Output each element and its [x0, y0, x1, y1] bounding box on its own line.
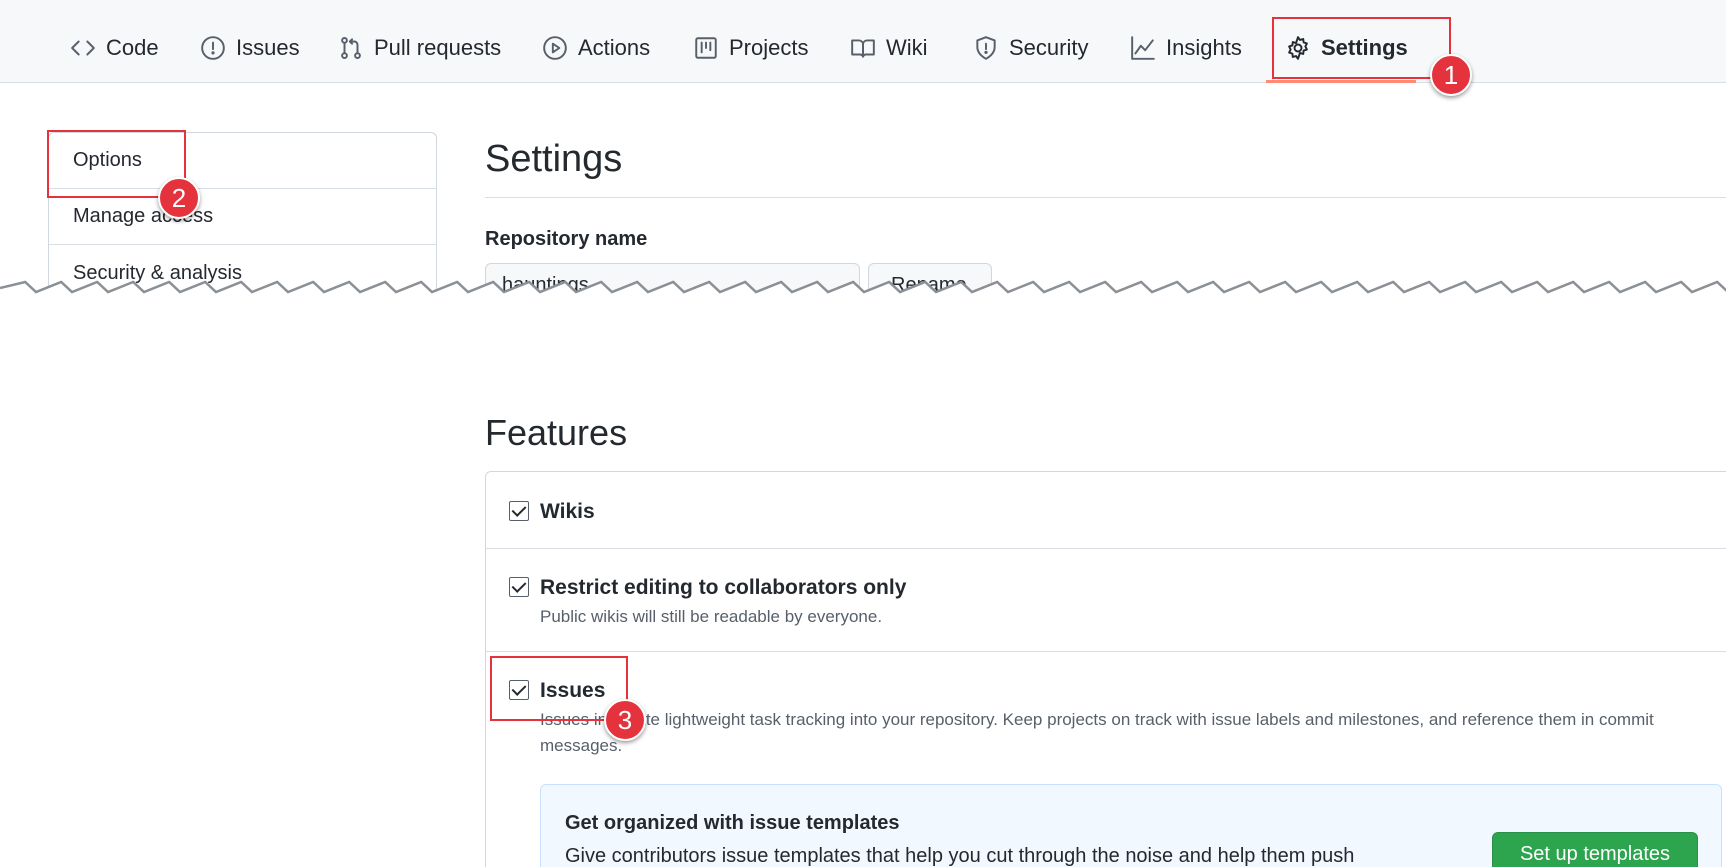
tab-label: Projects	[729, 35, 809, 60]
step-badge-1: 1	[1430, 54, 1472, 96]
tab-wiki[interactable]: Wiki	[850, 28, 928, 68]
highlight-settings-tab	[1272, 17, 1451, 79]
tab-label: Issues	[236, 35, 300, 60]
wikis-label: Wikis	[540, 500, 595, 523]
tab-label: Code	[106, 35, 159, 60]
restrict-editing-checkbox[interactable]	[509, 577, 529, 597]
tab-label: Security	[1009, 35, 1089, 60]
graph-icon	[1130, 35, 1156, 61]
shield-icon	[973, 35, 999, 61]
wikis-checkbox[interactable]	[509, 501, 529, 521]
issue-opened-icon	[200, 35, 226, 61]
restrict-editing-label: Restrict editing to collaborators only	[540, 576, 907, 599]
tab-label: Wiki	[886, 35, 928, 60]
code-icon	[70, 35, 96, 61]
play-icon	[542, 35, 568, 61]
page-title: Settings	[485, 138, 623, 180]
repository-name-label: Repository name	[485, 228, 648, 250]
issues-note-continued: messages.	[540, 736, 623, 755]
issues-note: Issues integrate lightweight task tracki…	[540, 710, 1654, 729]
tab-pull-requests[interactable]: Pull requests	[338, 28, 501, 68]
tab-projects[interactable]: Projects	[693, 28, 808, 68]
tab-insights[interactable]: Insights	[1130, 28, 1242, 68]
tab-code[interactable]: Code	[70, 28, 159, 68]
book-icon	[850, 35, 876, 61]
issue-templates-description: Give contributors issue templates that h…	[565, 845, 1355, 867]
tab-label: Insights	[1166, 35, 1242, 60]
tab-issues[interactable]: Issues	[200, 28, 300, 68]
tab-label: Pull requests	[374, 35, 502, 60]
tab-actions[interactable]: Actions	[542, 28, 650, 68]
issue-templates-title: Get organized with issue templates	[565, 812, 900, 834]
project-icon	[693, 35, 719, 61]
step-badge-2: 2	[158, 177, 200, 219]
divider	[486, 651, 1726, 652]
torn-edge-break	[0, 280, 1726, 330]
tab-security[interactable]: Security	[973, 28, 1088, 68]
features-heading: Features	[485, 412, 628, 453]
divider	[485, 197, 1726, 198]
git-pull-request-icon	[338, 35, 364, 61]
step-badge-3: 3	[604, 699, 646, 741]
restrict-editing-note: Public wikis will still be readable by e…	[540, 607, 883, 626]
divider	[486, 548, 1726, 549]
set-up-templates-button[interactable]: Set up templates	[1492, 832, 1698, 867]
active-tab-indicator	[1266, 80, 1416, 83]
tab-label: Actions	[578, 35, 651, 60]
